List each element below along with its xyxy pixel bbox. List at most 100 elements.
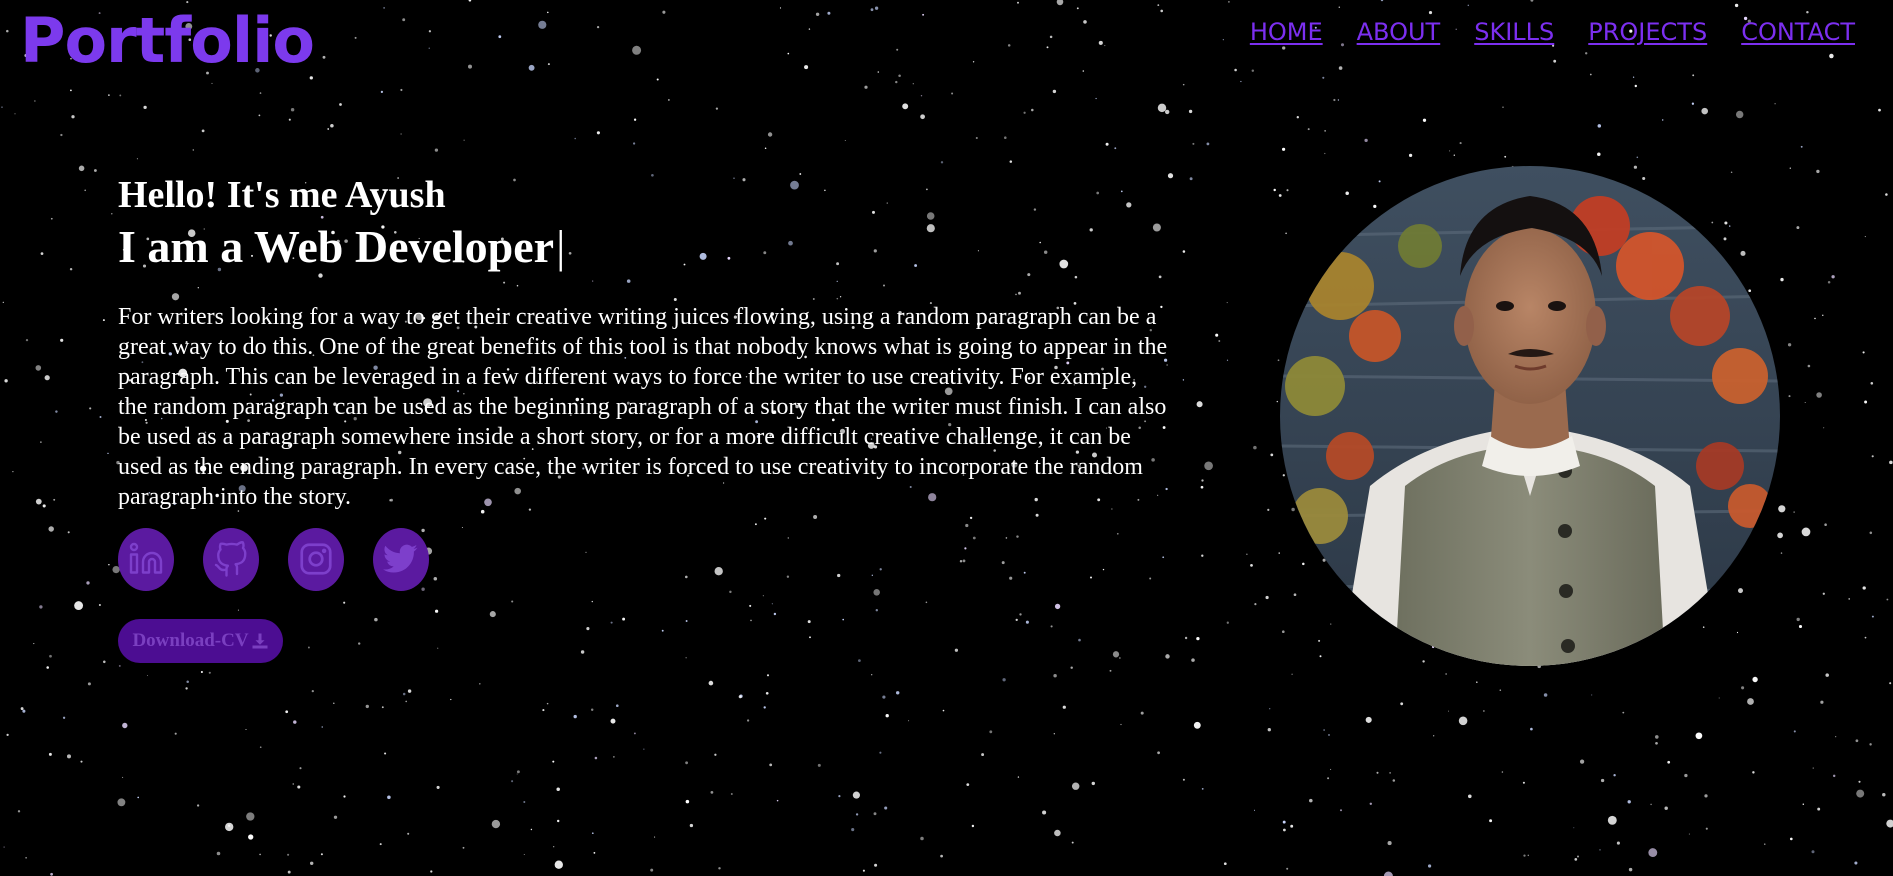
star (1070, 666, 1073, 669)
star (1365, 716, 1372, 723)
star (1282, 820, 1286, 824)
nav-contact-link[interactable]: CONTACT (1741, 18, 1855, 46)
star (1802, 803, 1805, 805)
star (1324, 152, 1326, 155)
star (738, 695, 742, 699)
star (1327, 777, 1330, 780)
star (1428, 864, 1432, 868)
star (89, 407, 92, 410)
star (1071, 841, 1074, 844)
star (556, 787, 560, 791)
star (1607, 815, 1617, 825)
star (1380, 0, 1384, 2)
star (1824, 523, 1827, 526)
star (1701, 107, 1708, 115)
star (1002, 678, 1006, 682)
star (1800, 145, 1803, 148)
star (143, 105, 147, 110)
star (86, 581, 90, 585)
hero-role: I am a Web Developer| (118, 221, 1168, 274)
star (6, 29, 9, 33)
star (779, 7, 782, 9)
star (1870, 382, 1874, 385)
star (1752, 771, 1755, 774)
star (1293, 593, 1297, 597)
nav-about-link[interactable]: ABOUT (1357, 18, 1441, 46)
linkedin-link[interactable] (118, 527, 174, 591)
star (1182, 83, 1185, 86)
star (55, 410, 58, 413)
star (966, 783, 970, 786)
star (1270, 453, 1274, 457)
star (1530, 727, 1533, 731)
star (33, 643, 35, 645)
star (896, 48, 899, 51)
star (365, 704, 369, 709)
github-link[interactable] (203, 527, 259, 591)
star (479, 683, 481, 685)
star (765, 691, 769, 695)
star (1812, 767, 1814, 769)
star (1864, 400, 1868, 404)
profile-photo (1280, 166, 1780, 666)
star (25, 338, 29, 342)
star (50, 217, 53, 220)
nav-home-link[interactable]: HOME (1250, 18, 1323, 46)
star (851, 828, 855, 832)
star (74, 601, 84, 611)
nav-skills-link[interactable]: SKILLS (1474, 18, 1554, 46)
star (1182, 778, 1185, 781)
star (102, 319, 105, 322)
star (516, 773, 518, 775)
star (1885, 193, 1888, 196)
star (1428, 11, 1433, 15)
star (290, 107, 295, 112)
star (3, 846, 5, 848)
star (192, 149, 195, 151)
star (1191, 658, 1195, 662)
star (108, 94, 110, 96)
star (542, 709, 545, 712)
star (1820, 700, 1824, 704)
star (1182, 379, 1185, 381)
star (327, 128, 330, 130)
star (656, 78, 659, 81)
star (654, 836, 656, 838)
star (1226, 359, 1229, 361)
star (245, 728, 247, 731)
star (1748, 289, 1752, 293)
star (895, 80, 898, 84)
star (1004, 136, 1007, 139)
star (1157, 751, 1160, 755)
star (1276, 400, 1279, 403)
star (975, 136, 978, 140)
star (333, 815, 338, 819)
hero-paragraph: For writers looking for a way to get the… (118, 303, 1168, 510)
star (436, 785, 440, 789)
star (1408, 153, 1413, 158)
star (211, 82, 213, 84)
instagram-link[interactable] (288, 527, 344, 591)
star (2, 301, 4, 304)
star (259, 853, 261, 856)
star (1226, 302, 1228, 304)
star (942, 709, 945, 712)
twitter-link[interactable] (373, 527, 429, 591)
star (650, 868, 654, 872)
star (17, 810, 21, 813)
star (662, 10, 666, 14)
download-cv-button[interactable]: Download-CV (118, 618, 283, 663)
star (1322, 76, 1325, 79)
star (1627, 800, 1631, 804)
site-logo[interactable]: Portfolio (20, 10, 315, 72)
star (1053, 673, 1057, 678)
star (407, 689, 412, 693)
star (1189, 177, 1193, 181)
star (908, 720, 910, 722)
nav-projects-link[interactable]: PROJECTS (1588, 18, 1707, 46)
star (922, 13, 925, 16)
star (6, 733, 9, 737)
star (60, 133, 63, 137)
star (920, 114, 925, 120)
instagram-icon (300, 543, 332, 575)
